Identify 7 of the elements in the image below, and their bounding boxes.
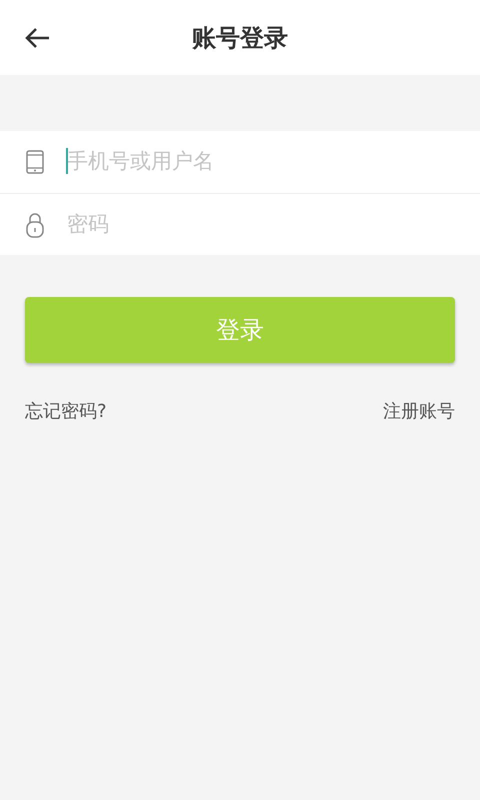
lock-icon — [26, 212, 44, 238]
forgot-password-link[interactable]: 忘记密码? — [25, 398, 107, 425]
register-link[interactable]: 注册账号 — [383, 398, 455, 425]
phone-icon — [26, 150, 44, 174]
input-field[interactable]: 密码 — [66, 208, 480, 240]
page-title: 账号登录 — [192, 22, 288, 54]
input-field[interactable]: 手机号或用户名 — [66, 146, 480, 178]
